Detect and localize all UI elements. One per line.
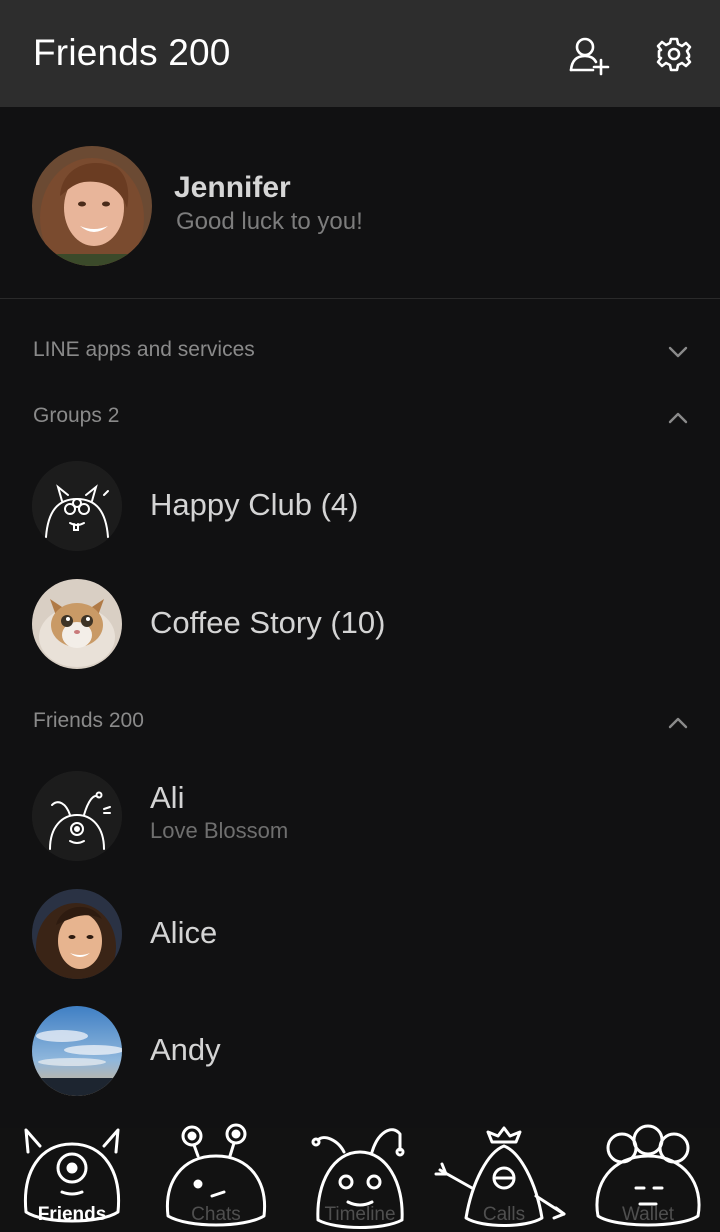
profile-status-message: Good luck to you! bbox=[176, 208, 363, 235]
tab-label: Calls bbox=[482, 1204, 526, 1225]
tab-timeline[interactable]: Timeline bbox=[288, 1128, 432, 1232]
tab-calls[interactable]: Calls bbox=[432, 1126, 576, 1232]
cat-avatar bbox=[32, 579, 122, 669]
monster-avatar bbox=[32, 771, 122, 861]
avatar bbox=[32, 889, 122, 979]
gear-icon bbox=[656, 37, 692, 72]
tab-label: Timeline bbox=[324, 1204, 396, 1225]
friend-row-alice[interactable]: Alice bbox=[0, 884, 720, 984]
tab-label: Chats bbox=[191, 1204, 241, 1225]
add-user-icon bbox=[569, 37, 610, 76]
avatar bbox=[32, 146, 152, 266]
group-row-coffee-story[interactable]: Coffee Story (10) bbox=[0, 574, 720, 674]
section-label: Groups 2 bbox=[33, 404, 120, 427]
tab-chats[interactable]: Chats bbox=[144, 1123, 288, 1232]
tab-friends[interactable]: Friends bbox=[0, 1128, 144, 1232]
settings-button[interactable] bbox=[652, 34, 696, 78]
page-title: Friends 200 bbox=[33, 32, 231, 73]
sky-avatar bbox=[32, 1006, 122, 1096]
friend-name: Alice bbox=[150, 915, 218, 950]
group-row-happy-club[interactable]: Happy Club (4) bbox=[0, 456, 720, 556]
section-line-apps[interactable]: LINE apps and services bbox=[0, 332, 720, 372]
header-bar: Friends 200 bbox=[0, 0, 720, 107]
tab-label: Wallet bbox=[621, 1204, 675, 1225]
add-friend-button[interactable] bbox=[567, 34, 611, 78]
chevron-down-icon bbox=[666, 340, 690, 364]
profile-name: Jennifer bbox=[174, 171, 291, 204]
tab-wallet[interactable]: Wallet bbox=[576, 1124, 720, 1232]
divider bbox=[0, 298, 720, 299]
tab-label: Friends bbox=[37, 1204, 107, 1225]
friend-status-message: Love Blossom bbox=[150, 818, 289, 843]
friend-row-ali[interactable]: Ali Love Blossom bbox=[0, 766, 720, 866]
chevron-up-icon bbox=[666, 406, 690, 430]
chevron-up-icon bbox=[666, 711, 690, 735]
group-name: Happy Club (4) bbox=[150, 487, 359, 522]
my-profile[interactable]: Jennifer Good luck to you! bbox=[0, 107, 720, 298]
monster-avatar bbox=[32, 461, 122, 551]
friend-name: Andy bbox=[150, 1032, 221, 1067]
friend-row-andy[interactable]: Andy bbox=[0, 1001, 720, 1101]
group-name: Coffee Story (10) bbox=[150, 605, 386, 640]
section-label: LINE apps and services bbox=[33, 338, 255, 361]
section-friends[interactable]: Friends 200 bbox=[0, 703, 720, 743]
section-groups[interactable]: Groups 2 bbox=[0, 398, 720, 438]
section-label: Friends 200 bbox=[33, 709, 144, 732]
friend-name: Ali bbox=[150, 780, 185, 815]
bottom-tab-bar: Friends Chats Timeline Calls Wallet bbox=[0, 1123, 720, 1232]
